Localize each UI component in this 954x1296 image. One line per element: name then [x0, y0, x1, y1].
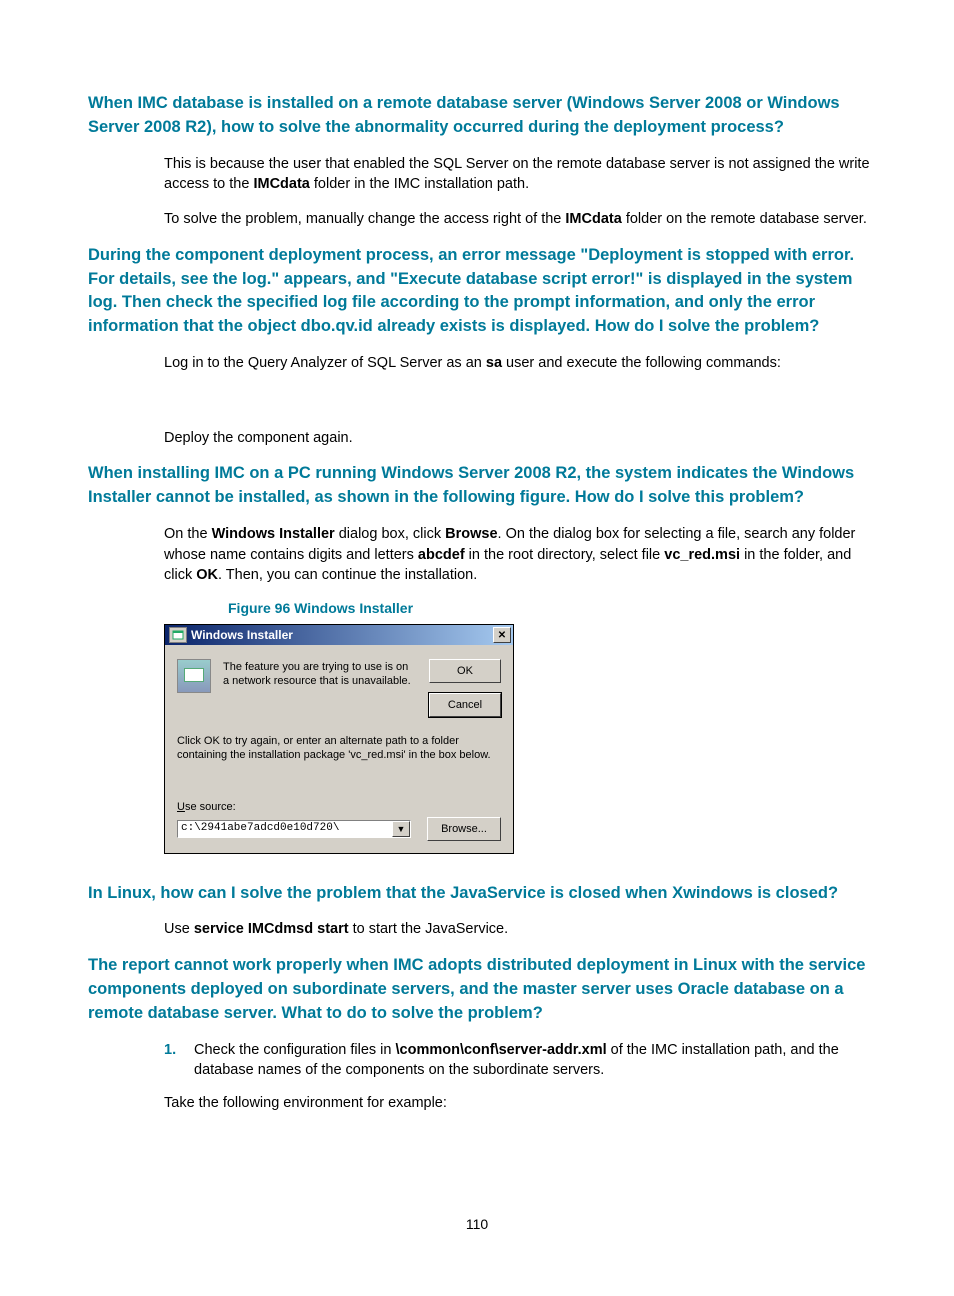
source-path-value: c:\2941abe7adcd0e10d720\	[178, 821, 392, 837]
dialog-titlebar: Windows Installer ✕	[165, 625, 513, 645]
paragraph: Log in to the Query Analyzer of SQL Serv…	[164, 353, 870, 374]
faq-heading-1: When IMC database is installed on a remo…	[88, 92, 870, 140]
bold-text: Windows Installer	[212, 526, 335, 542]
text: in the root directory, select file	[465, 547, 665, 563]
text: On the	[164, 526, 212, 542]
paragraph: This is because the user that enabled th…	[164, 154, 870, 195]
dialog-message: The feature you are trying to use is on …	[223, 659, 417, 717]
dialog-note: Click OK to try again, or enter an alter…	[177, 735, 501, 763]
bold-text: abcdef	[418, 547, 465, 563]
paragraph: Take the following environment for examp…	[164, 1093, 870, 1114]
text: . Then, you can continue the installatio…	[218, 567, 477, 583]
text: folder on the remote database server.	[622, 211, 867, 227]
text: to start the JavaService.	[349, 921, 509, 937]
bold-text: vc_red.msi	[664, 547, 740, 563]
text: Log in to the Query Analyzer of SQL Serv…	[164, 355, 486, 371]
chevron-down-icon[interactable]: ▼	[392, 821, 410, 837]
dialog-title: Windows Installer	[191, 628, 493, 642]
bold-text: Browse	[445, 526, 497, 542]
bold-text: IMCdata	[253, 176, 309, 192]
bold-text: service IMCdmsd start	[194, 921, 349, 937]
network-resource-icon	[177, 659, 211, 693]
text: To solve the problem, manually change th…	[164, 211, 565, 227]
bold-text: OK	[196, 567, 218, 583]
text: folder in the IMC installation path.	[310, 176, 529, 192]
paragraph: Deploy the component again.	[164, 428, 870, 449]
use-source-label: Use source:	[177, 801, 501, 813]
text: Use	[164, 921, 194, 937]
text: Check the configuration files in	[194, 1042, 396, 1058]
faq-heading-5: The report cannot work properly when IMC…	[88, 954, 870, 1026]
bold-text: \common\conf\server-addr.xml	[396, 1042, 607, 1058]
paragraph: To solve the problem, manually change th…	[164, 209, 870, 230]
installer-icon	[169, 627, 187, 643]
page-number: 110	[0, 1216, 954, 1232]
ordered-list-item: 1. Check the configuration files in \com…	[164, 1040, 870, 1081]
list-number: 1.	[164, 1040, 194, 1081]
bold-text: IMCdata	[565, 211, 621, 227]
faq-heading-3: When installing IMC on a PC running Wind…	[88, 462, 870, 510]
figure-caption: Figure 96 Windows Installer	[228, 600, 870, 616]
text: user and execute the following commands:	[502, 355, 781, 371]
windows-installer-dialog: Windows Installer ✕ The feature you are …	[164, 624, 514, 854]
source-path-combobox[interactable]: c:\2941abe7adcd0e10d720\ ▼	[177, 820, 411, 838]
faq-heading-2: During the component deployment process,…	[88, 244, 870, 340]
browse-button[interactable]: Browse...	[427, 817, 501, 841]
paragraph: On the Windows Installer dialog box, cli…	[164, 524, 870, 586]
code-placeholder	[164, 388, 870, 414]
faq-heading-4: In Linux, how can I solve the problem th…	[88, 882, 870, 906]
close-icon[interactable]: ✕	[493, 627, 511, 643]
paragraph: Use service IMCdmsd start to start the J…	[164, 919, 870, 940]
bold-text: sa	[486, 355, 502, 371]
text: dialog box, click	[335, 526, 445, 542]
cancel-button[interactable]: Cancel	[429, 693, 501, 717]
ok-button[interactable]: OK	[429, 659, 501, 683]
